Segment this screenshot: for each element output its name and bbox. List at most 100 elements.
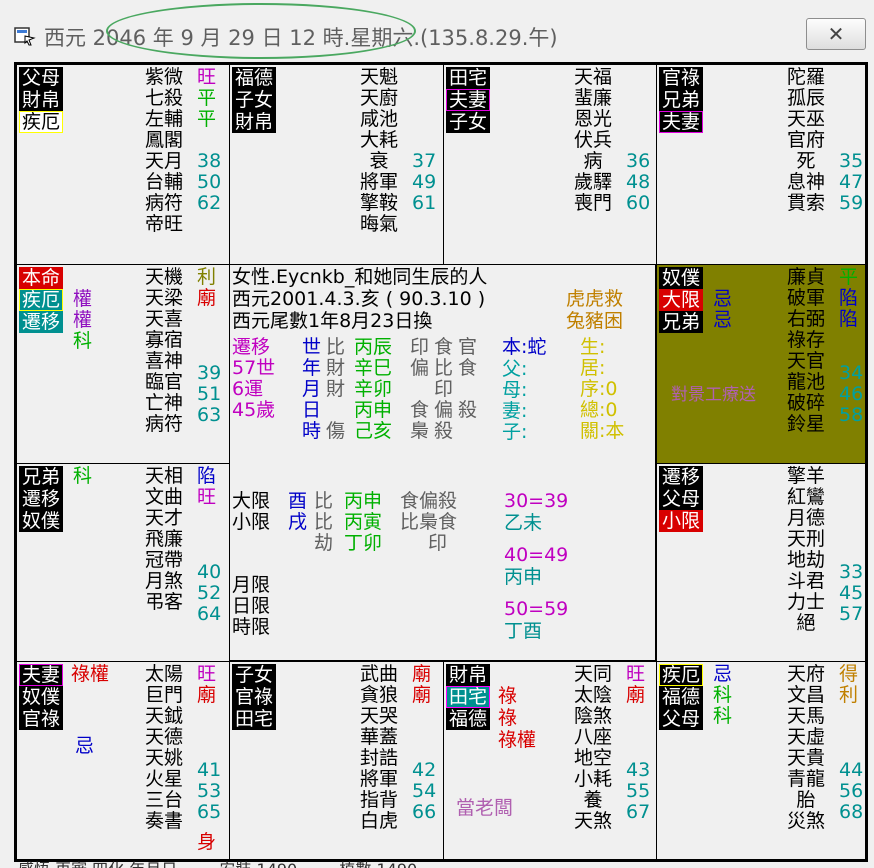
star-list: 廉貞 破軍 右弼 祿存 天官 龍池 破碎 鈴星 <box>787 266 826 435</box>
zodiac-label: 本:蛇 <box>502 336 547 358</box>
number-list: 37 49 61 <box>412 150 437 214</box>
palace-cell[interactable]: 疾厄 福德 父母 忌科科 天府 文昌 天馬 天虛 天貴 青龍胎災煞 得利 44 56 68 <box>656 661 866 860</box>
palace-tag: 父母 <box>659 708 704 730</box>
brightness-list: 平陷陷 <box>839 266 859 330</box>
star: 鳳閣 <box>145 129 184 151</box>
star: 七殺 <box>145 87 184 109</box>
age-list: 遷移 57世 6運 45歲 <box>232 336 276 421</box>
brightness-list: 陷旺 <box>197 465 217 508</box>
palace-tag: 遷移 <box>659 466 704 488</box>
palace-tag: 疾厄 <box>19 289 64 311</box>
palace-tag: 遷移 <box>19 311 64 333</box>
palace-note: 對景工療送 <box>671 385 756 405</box>
palace-tag: 子女 <box>446 111 491 133</box>
right-labels: 生: 居: 序:0 總:0 關:本 <box>580 336 625 442</box>
palace-tag: 父母 <box>19 67 64 89</box>
transform-label: 忌 <box>75 735 95 757</box>
number-list: 39 51 63 <box>197 362 222 426</box>
range-gz: 丁酉 <box>504 620 543 642</box>
shen-col3: 官食殺 <box>458 336 478 421</box>
number: 38 <box>197 150 222 172</box>
badge: 虎虎救 <box>566 288 624 310</box>
palace-cell[interactable]: 遷移 父母 小限 擎羊 紅鸞 月德 天刑 地劫 斗君 力士絕 33 45 57 <box>656 463 866 662</box>
range: 30=39 <box>504 490 569 512</box>
star-list: 太陽 巨門 天鉞 天德 天姚 火星 三台 奏書 <box>145 663 184 832</box>
palace-tag: 奴僕 <box>19 510 64 532</box>
palace-tag: 父母 <box>659 488 704 510</box>
center-panel: 女性.Eycnkb_和她同生辰的人 西元2001.4.3.亥 ( 90.3.10… <box>229 264 656 661</box>
number-list: 35 47 59 <box>839 150 864 214</box>
palace-cell[interactable]: 本命 疾厄 遷移 權權科 天機 天梁 天喜 寡宿 喜神 臨官 亡神 病符 利廟 39 51 63 <box>16 264 230 464</box>
limit-labels: 大限 小限 月限 日限 時限 <box>232 490 271 638</box>
brightness-list: 得利 <box>839 663 859 706</box>
palace-tag: 奴僕 <box>659 267 704 289</box>
palace-tag: 小限 <box>659 510 704 532</box>
chart-board: 父母 財帛 疾厄 紫微 七殺 左輔 鳳閣 天月 台輔 病符 帝旺 旺平平 38 50 62 福德 … <box>14 62 868 862</box>
star-list: 陀羅 孤辰 天巫 官府死息神 貫索 <box>787 66 826 214</box>
palace-tag: 遷移 <box>19 488 64 510</box>
shen-col1: 印偏食梟 <box>410 336 430 442</box>
palace-tag: 官祿 <box>19 708 64 730</box>
highlight-oval <box>106 3 416 59</box>
palace-tag: 子女 <box>232 89 277 111</box>
limit-b1: 比比劫 <box>314 490 334 554</box>
close-button[interactable]: ✕ <box>806 18 866 50</box>
palace-tag: 田宅 <box>232 708 277 730</box>
brightness-list: 利廟 <box>197 266 217 309</box>
badge: 兔豬困 <box>566 310 624 332</box>
star-list: 天魁 天廚 咸池 大耗衰將軍 擎鞍 晦氣 <box>360 66 399 235</box>
palace-cell[interactable]: 兄弟 遷移 奴僕 科 天相 文曲 天才 飛廉 冠帶 月煞 弔客 陷旺 40 52 64 <box>16 463 230 662</box>
transform-label: 祿 <box>498 685 518 707</box>
limit-ganzhi: 丙申 丙寅 丁卯 <box>344 490 383 554</box>
palace-tag: 官祿 <box>659 67 704 89</box>
number: 62 <box>197 192 222 214</box>
transform-list: 權權科 <box>73 288 93 352</box>
range-gz: 丙申 <box>504 566 543 588</box>
palace-tag: 福德 <box>659 686 704 708</box>
limit-gz: 酉戌 <box>288 490 308 533</box>
palace-cell[interactable]: 田宅 夫妻 子女 天福 蜚廉 恩光 伏兵病歲驛 喪門 36 48 60 <box>443 64 657 265</box>
palace-tag: 疾厄 <box>659 664 704 686</box>
person-line: 女性.Eycnkb_和她同生辰的人 <box>232 266 488 288</box>
palace-cell[interactable]: 子女 官祿 田宅 武曲 貪狼 天哭 華蓋 封誥 將軍 指背 白虎 廟廟 42 54 66 <box>229 661 444 860</box>
body-mark: 身 <box>197 831 217 853</box>
change-line: 西元尾數1年8月23日換 <box>232 310 433 332</box>
palace-tag: 夫妻 <box>659 111 704 133</box>
star: 左輔 <box>145 108 184 130</box>
star-list: 紫微 七殺 左輔 鳳閣 天月 台輔 病符 帝旺 <box>145 67 183 235</box>
palace-tag: 財帛 <box>232 111 277 133</box>
star-list: 擎羊 紅鸞 月德 天刑 地劫 斗君 力士絕 <box>787 465 826 634</box>
palace-tag: 夫妻 <box>446 89 491 111</box>
star-list: 天同 太陰 陰煞 八座 地空 小耗養天煞 <box>574 663 613 832</box>
range: 40=49 <box>504 544 569 566</box>
palace-cell[interactable]: 父母 財帛 疾厄 紫微 七殺 左輔 鳳閣 天月 台輔 病符 帝旺 旺平平 38 50 62 <box>16 64 230 265</box>
palace-cell[interactable]: 夫妻 奴僕 官祿 祿權 忌 太陽 巨門 天鉞 天德 天姚 火星 三台 奏書 旺廟 41 53 65… <box>16 661 230 860</box>
transform-list: 忌科科 <box>713 663 733 727</box>
shen-col2: 食比印偏殺 <box>434 336 454 442</box>
palace-cell[interactable]: 奴僕 大限 兄弟 忌忌 廉貞 破軍 右弼 祿存 天官 龍池 破碎 鈴星 平陷陷 34 46 58 … <box>656 264 866 464</box>
transform-list: 忌忌 <box>713 288 733 331</box>
palace-tag: 田宅 <box>446 67 491 89</box>
star-list: 武曲 貪狼 天哭 華蓋 封誥 將軍 指背 白虎 <box>360 663 399 832</box>
star-list: 天府 文昌 天馬 天虛 天貴 青龍胎災煞 <box>787 663 826 832</box>
range: 50=59 <box>504 598 569 620</box>
palace-cell[interactable]: 福德 子女 財帛 天魁 天廚 咸池 大耗衰將軍 擎鞍 晦氣 37 49 61 <box>229 64 444 265</box>
number-list: 42 54 66 <box>412 759 437 823</box>
palace-tag: 福德 <box>446 708 491 730</box>
palace-tag: 疾厄 <box>19 111 64 133</box>
palace-tag: 財帛 <box>446 664 491 686</box>
brightness-list: 旺廟 <box>197 663 217 706</box>
number-list: 44 56 68 <box>839 759 864 823</box>
palace-tag: 田宅 <box>446 686 491 708</box>
palace-tag: 官祿 <box>232 686 277 708</box>
palace-tag: 福德 <box>232 67 277 89</box>
palace-cell[interactable]: 官祿 兄弟 夫妻 陀羅 孤辰 天巫 官府死息神 貫索 35 47 59 <box>656 64 866 265</box>
palace-tag: 大限 <box>659 289 704 311</box>
star: 天月 <box>145 150 184 172</box>
palace-tag: 夫妻 <box>19 664 64 686</box>
palace-cell[interactable]: 財帛 田宅 福德 祿 祿 祿權 當老闆 天同 太陰 陰煞 八座 地空 小耗養天煞 旺廟 4… <box>443 661 657 860</box>
palace-tag: 兄弟 <box>19 466 64 488</box>
number-list: 34 46 58 <box>839 362 864 426</box>
star-list: 天機 天梁 天喜 寡宿 喜神 臨官 亡神 病符 <box>145 266 184 435</box>
palace-tag: 本命 <box>19 267 64 289</box>
